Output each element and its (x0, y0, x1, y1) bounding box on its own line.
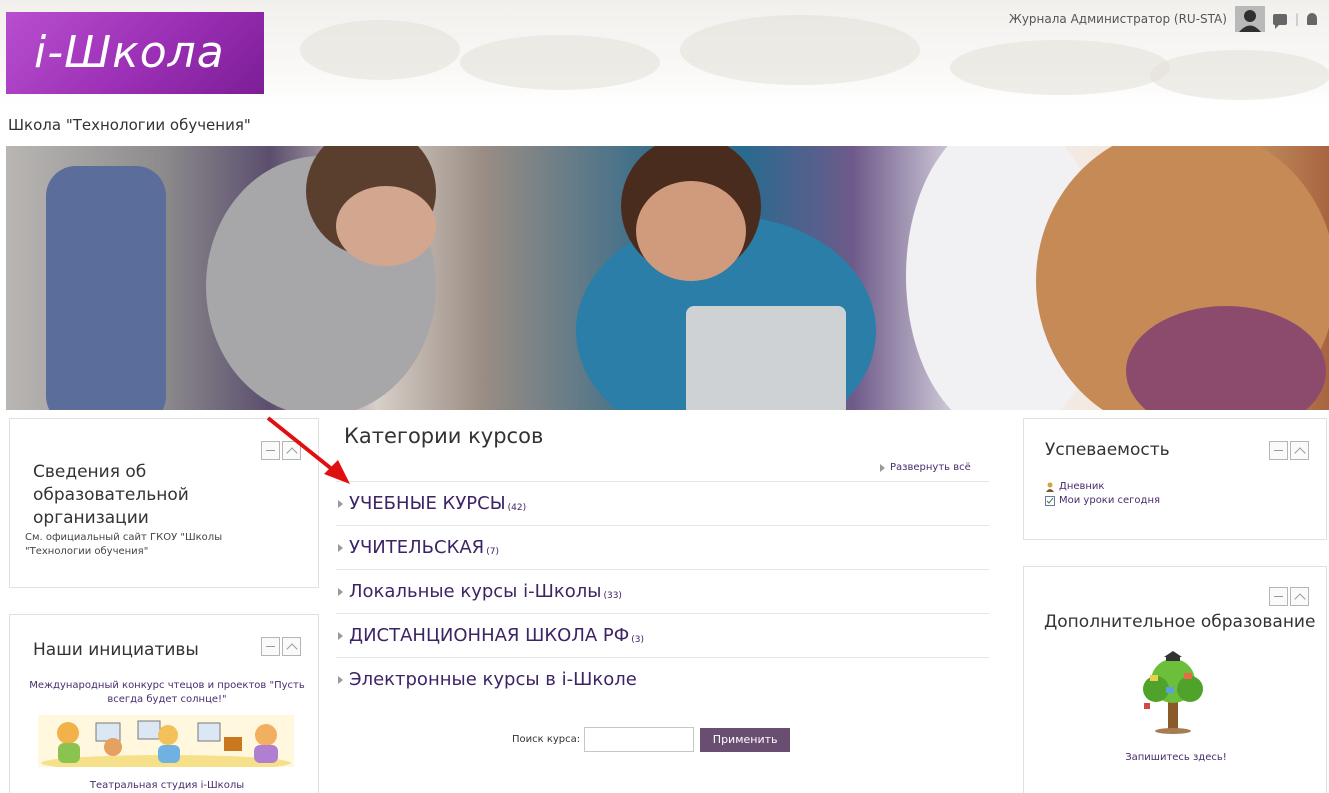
block-controls (1269, 441, 1309, 460)
children-reading-image[interactable] (38, 715, 294, 767)
user-icon (1046, 482, 1054, 492)
banner-figure (686, 306, 846, 410)
block-controls (261, 637, 301, 656)
diary-link[interactable]: Дневник (1045, 481, 1104, 492)
collapse-block-button[interactable] (1269, 587, 1288, 606)
expand-triangle-icon[interactable] (338, 543, 343, 552)
category-count: (42) (507, 502, 527, 513)
banner-figure (636, 181, 746, 281)
category-item[interactable]: Электронные курсы в i-Школе (336, 657, 989, 701)
banner-image (6, 146, 1329, 410)
avatar-icon (1234, 6, 1265, 32)
annotation-arrow-icon (266, 416, 350, 484)
today-lessons-label: Мои уроки сегодня (1059, 495, 1161, 506)
header-cloud (680, 15, 920, 85)
search-label: Поиск курса: (512, 734, 581, 745)
header-cloud (460, 35, 660, 90)
category-item[interactable]: ДИСТАНЦИОННАЯ ШКОЛА РФ (3) (336, 613, 989, 657)
expand-triangle-icon[interactable] (338, 499, 343, 508)
official-site-link[interactable]: См. официальный сайт ГКОУ "Школы "Технол… (25, 531, 285, 558)
category-name[interactable]: Локальные курсы i-Школы (349, 581, 601, 602)
block-initiatives: Наши инициативы Международный конкурс чт… (9, 614, 319, 793)
move-block-button[interactable] (1290, 587, 1309, 606)
block-controls (1269, 587, 1309, 606)
knowledge-tree-image[interactable] (1136, 651, 1210, 735)
expand-all-label: Развернуть всё (890, 462, 971, 473)
search-input[interactable] (584, 727, 695, 752)
category-count: (3) (631, 634, 645, 645)
block-title: Сведения об образовательной организации (33, 462, 189, 528)
move-block-button[interactable] (282, 637, 301, 656)
expand-triangle-icon[interactable] (338, 631, 343, 640)
block-title: Наши инициативы (33, 640, 199, 660)
expand-triangle-icon[interactable] (338, 675, 343, 684)
collapse-block-button[interactable] (261, 637, 280, 656)
apply-search-button[interactable]: Применить (700, 727, 791, 752)
user-avatar[interactable] (1234, 6, 1265, 32)
course-search: Поиск курса: Применить (512, 727, 791, 752)
category-name[interactable]: УЧИТЕЛЬСКАЯ (349, 537, 484, 558)
category-item[interactable]: Локальные курсы i-Школы (33) (336, 569, 989, 613)
diary-label: Дневник (1059, 481, 1105, 492)
category-count: (33) (603, 590, 622, 601)
header-separator: | (1294, 12, 1299, 26)
category-name[interactable]: Электронные курсы в i-Школе (349, 669, 637, 690)
banner-figure (46, 166, 166, 410)
expand-triangle-icon[interactable] (338, 587, 343, 596)
move-block-button[interactable] (1290, 441, 1309, 460)
notifications-icon[interactable] (1307, 13, 1317, 25)
contest-link[interactable]: Международный конкурс чтецов и проектов … (22, 679, 312, 706)
category-name[interactable]: УЧЕБНЫЕ КУРСЫ (349, 493, 506, 514)
category-name[interactable]: ДИСТАНЦИОННАЯ ШКОЛА РФ (349, 625, 629, 646)
block-progress: Успеваемость Дневник Мои уроки сегодня (1023, 418, 1327, 540)
block-extra-education: Дополнительное образование Запишитесь зд… (1023, 566, 1327, 793)
checklist-icon (1045, 495, 1055, 506)
banner-figure (336, 186, 436, 266)
today-lessons-link[interactable]: Мои уроки сегодня (1045, 495, 1160, 506)
enroll-link[interactable]: Запишитесь здесь! (1024, 751, 1328, 765)
category-item[interactable]: УЧИТЕЛЬСКАЯ (7) (336, 525, 989, 569)
school-name: Школа "Технологии обучения" (8, 116, 251, 134)
header-cloud (300, 20, 460, 80)
header-cloud (1150, 50, 1329, 100)
block-title: Дополнительное образование (1044, 612, 1316, 632)
site-logo[interactable]: i-Школа (6, 12, 264, 94)
messages-icon[interactable] (1272, 13, 1287, 29)
category-item[interactable]: УЧЕБНЫЕ КУРСЫ (42) (336, 481, 989, 525)
user-name-link[interactable]: Журнала Администратор (RU-STA) (1009, 12, 1227, 26)
theatre-studio-link[interactable]: Театральная студия i-Школы (22, 779, 312, 793)
header: i-Школа Журнала Администратор (RU-STA) | (0, 0, 1329, 105)
page-title: Категории курсов (344, 424, 544, 448)
logo-text: i-Школа (34, 27, 225, 78)
expand-triangle-icon (880, 463, 885, 472)
user-bar: Журнала Администратор (RU-STA) | (1009, 6, 1317, 32)
collapse-block-button[interactable] (1269, 441, 1288, 460)
expand-all-link[interactable]: Развернуть всё (880, 462, 971, 473)
category-count: (7) (486, 546, 499, 557)
header-cloud (950, 40, 1170, 95)
block-title: Успеваемость (1045, 440, 1170, 460)
